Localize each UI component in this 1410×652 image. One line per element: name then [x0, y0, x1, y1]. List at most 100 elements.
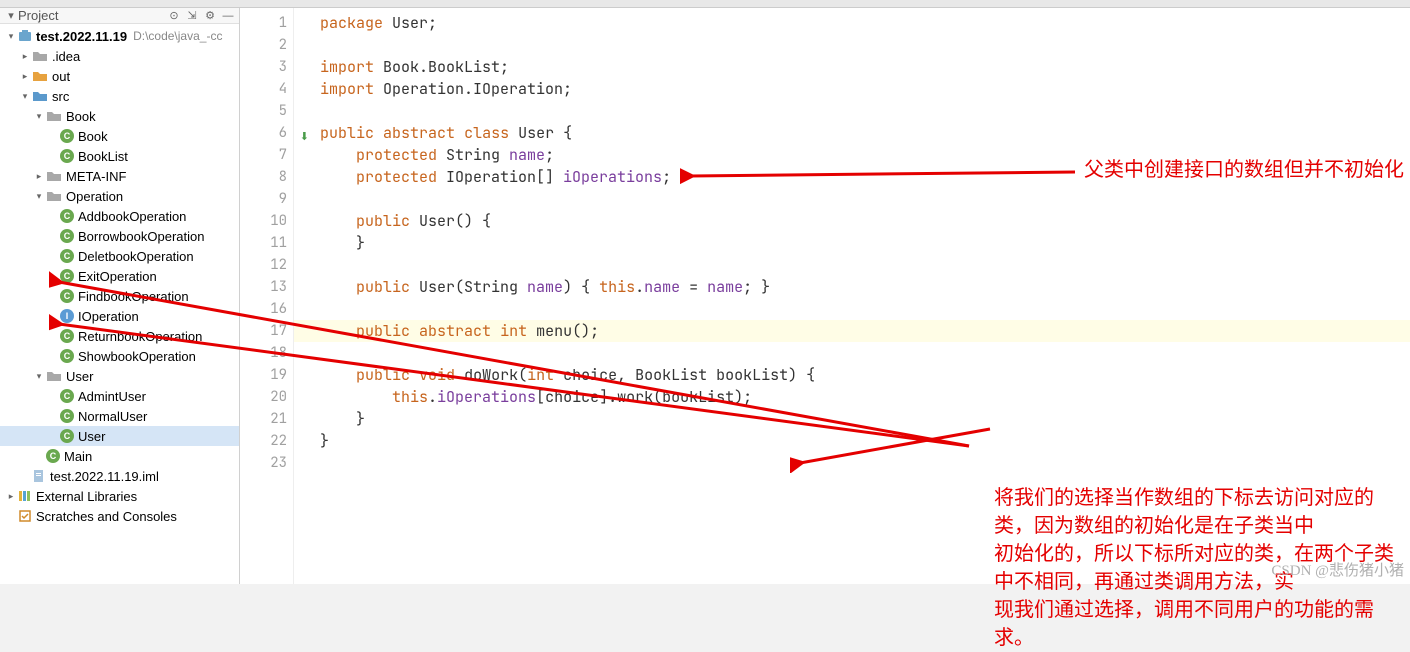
- tree-item-test.2022.11.19.iml[interactable]: test.2022.11.19.iml: [0, 466, 239, 486]
- code-line[interactable]: public void doWork(int choice, BookList …: [320, 364, 1410, 386]
- class-icon: C: [60, 209, 74, 223]
- class-icon: C: [60, 289, 74, 303]
- editor-tabs[interactable]: [0, 0, 1410, 8]
- tree-item-src[interactable]: ▾src: [0, 86, 239, 106]
- line-number[interactable]: 16: [240, 298, 293, 320]
- tree-item-meta-inf[interactable]: ▸META-INF: [0, 166, 239, 186]
- code-line[interactable]: [320, 34, 1410, 56]
- line-number[interactable]: 17ⓘ: [240, 320, 293, 342]
- folder-icon: [46, 169, 62, 183]
- class-icon: C: [60, 149, 74, 163]
- code-line[interactable]: package User;: [320, 12, 1410, 34]
- line-number[interactable]: 7: [240, 144, 293, 166]
- line-number[interactable]: 11: [240, 232, 293, 254]
- code-line[interactable]: [320, 188, 1410, 210]
- class-icon: C: [60, 269, 74, 283]
- code-line[interactable]: import Operation.IOperation;: [320, 78, 1410, 100]
- line-number[interactable]: 6⬇: [240, 122, 293, 144]
- tree-item-addbookoperation[interactable]: CAddbookOperation: [0, 206, 239, 226]
- code-line[interactable]: public User() {: [320, 210, 1410, 232]
- class-icon: C: [60, 329, 74, 343]
- expand-icon[interactable]: ⇲: [185, 9, 199, 23]
- line-number[interactable]: 9: [240, 188, 293, 210]
- folder-icon: [32, 89, 48, 103]
- module-icon: [18, 29, 32, 43]
- tree-item-showbookoperation[interactable]: CShowbookOperation: [0, 346, 239, 366]
- tree-item-borrowbookoperation[interactable]: CBorrowbookOperation: [0, 226, 239, 246]
- line-number[interactable]: 1: [240, 12, 293, 34]
- tree-item-main[interactable]: CMain: [0, 446, 239, 466]
- hide-icon[interactable]: —: [221, 9, 235, 23]
- code-line[interactable]: this.iOperations[choice].work(bookList);: [320, 386, 1410, 408]
- line-number[interactable]: 20: [240, 386, 293, 408]
- folder-icon: [46, 109, 62, 123]
- line-number[interactable]: 4: [240, 78, 293, 100]
- line-number[interactable]: 22: [240, 430, 293, 452]
- tree-item-returnbookoperation[interactable]: CReturnbookOperation: [0, 326, 239, 346]
- project-tree[interactable]: ▾ test.2022.11.19 D:\code\java_-cc ▸.ide…: [0, 24, 239, 528]
- code-line[interactable]: }: [320, 430, 1410, 452]
- line-number[interactable]: 13: [240, 276, 293, 298]
- line-number[interactable]: 3: [240, 56, 293, 78]
- line-number[interactable]: 18: [240, 342, 293, 364]
- scratches-icon: [18, 509, 32, 523]
- code-editor[interactable]: 123456⬇789101112131617ⓘ181920212223 pack…: [240, 8, 1410, 584]
- scratches-consoles[interactable]: Scratches and Consoles: [0, 506, 239, 526]
- code-line[interactable]: public abstract int menu();: [294, 320, 1410, 342]
- tree-item-ioperation[interactable]: IIOperation: [0, 306, 239, 326]
- line-number[interactable]: 10: [240, 210, 293, 232]
- code-line[interactable]: [320, 100, 1410, 122]
- code-line[interactable]: }: [320, 408, 1410, 430]
- tree-item-booklist[interactable]: CBookList: [0, 146, 239, 166]
- line-number[interactable]: 21: [240, 408, 293, 430]
- chevron-right-icon[interactable]: ▸: [4, 491, 18, 502]
- class-icon: C: [46, 449, 60, 463]
- code-line[interactable]: [320, 452, 1410, 474]
- line-number[interactable]: 5: [240, 100, 293, 122]
- line-number[interactable]: 2: [240, 34, 293, 56]
- code-area[interactable]: package User; import Book.BookList;import…: [294, 8, 1410, 584]
- tree-item-book[interactable]: CBook: [0, 126, 239, 146]
- code-line[interactable]: import Book.BookList;: [320, 56, 1410, 78]
- tree-item-user[interactable]: CUser: [0, 426, 239, 446]
- class-icon: C: [60, 129, 74, 143]
- line-number[interactable]: 19: [240, 364, 293, 386]
- select-opened-icon[interactable]: ⊙: [167, 9, 181, 23]
- code-line[interactable]: [320, 298, 1410, 320]
- class-icon: C: [60, 249, 74, 263]
- line-gutter[interactable]: 123456⬇789101112131617ⓘ181920212223: [240, 8, 294, 584]
- class-icon: C: [60, 389, 74, 403]
- code-line[interactable]: public User(String name) { this.name = n…: [320, 276, 1410, 298]
- line-number[interactable]: 12: [240, 254, 293, 276]
- tree-item-.idea[interactable]: ▸.idea: [0, 46, 239, 66]
- project-root-name: test.2022.11.19: [36, 29, 127, 44]
- tree-root[interactable]: ▾ test.2022.11.19 D:\code\java_-cc: [0, 26, 239, 46]
- tree-item-normaluser[interactable]: CNormalUser: [0, 406, 239, 426]
- line-number[interactable]: 8: [240, 166, 293, 188]
- code-line[interactable]: [320, 254, 1410, 276]
- code-line[interactable]: [320, 342, 1410, 364]
- tree-item-findbookoperation[interactable]: CFindbookOperation: [0, 286, 239, 306]
- tree-item-operation[interactable]: ▾Operation: [0, 186, 239, 206]
- library-icon: [18, 489, 32, 503]
- interface-icon: I: [60, 309, 74, 323]
- class-icon: C: [60, 229, 74, 243]
- folder-icon: [46, 369, 62, 383]
- gear-icon[interactable]: ⚙: [203, 9, 217, 23]
- tree-item-deletbookoperation[interactable]: CDeletbookOperation: [0, 246, 239, 266]
- project-tool-header: ▾ Project ⊙ ⇲ ⚙ —: [0, 8, 239, 24]
- tree-item-exitoperation[interactable]: CExitOperation: [0, 266, 239, 286]
- collapse-icon[interactable]: ▾: [4, 9, 18, 23]
- tree-item-admintuser[interactable]: CAdmintUser: [0, 386, 239, 406]
- project-label: Project: [18, 8, 58, 23]
- tree-item-out[interactable]: ▸out: [0, 66, 239, 86]
- tree-item-book[interactable]: ▾Book: [0, 106, 239, 126]
- line-number[interactable]: 23: [240, 452, 293, 474]
- tree-item-user[interactable]: ▾User: [0, 366, 239, 386]
- class-icon: C: [60, 349, 74, 363]
- code-line[interactable]: public abstract class User {: [320, 122, 1410, 144]
- folder-icon: [32, 49, 48, 63]
- external-libraries[interactable]: ▸ External Libraries: [0, 486, 239, 506]
- code-line[interactable]: }: [320, 232, 1410, 254]
- chevron-down-icon[interactable]: ▾: [4, 31, 18, 42]
